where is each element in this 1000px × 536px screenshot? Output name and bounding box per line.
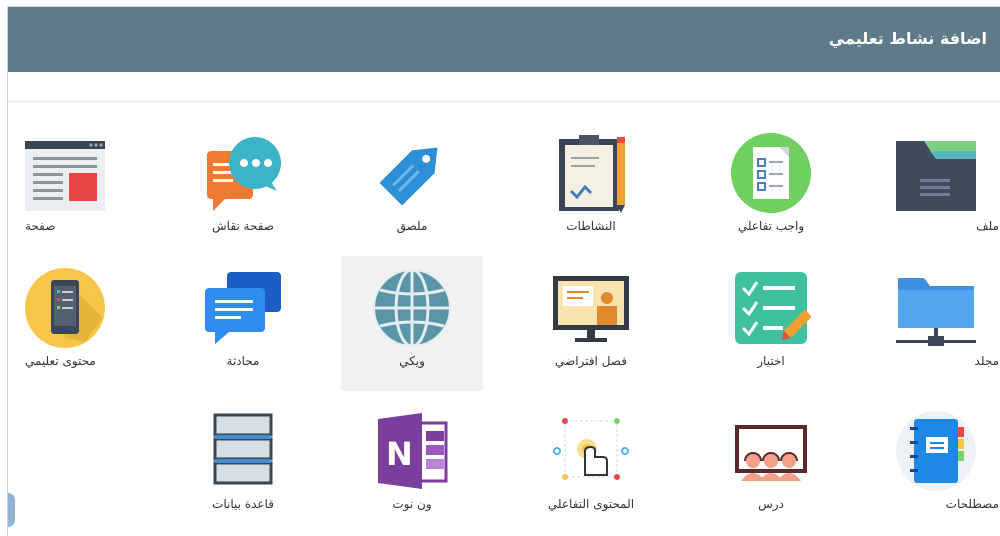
activity-database[interactable]: قاعدة بيانات (172, 407, 314, 536)
svg-text:N: N (386, 435, 413, 473)
activity-label: صفحة نقاش (212, 219, 274, 233)
activity-interactive-assignment[interactable]: واجب تفاعلي (700, 129, 842, 264)
globe-icon (373, 268, 451, 348)
chat-icon (205, 272, 281, 344)
interactive-content-icon (553, 418, 629, 480)
activity-label: درس (758, 497, 784, 511)
clipboard-icon (559, 135, 625, 213)
activity-label: قاعدة بيانات (212, 497, 274, 511)
activity-choice[interactable]: اختيار (700, 264, 842, 399)
activity-label-sticker[interactable]: ملصق (341, 129, 483, 264)
lesson-icon (735, 425, 807, 481)
activity-label: ون نوت (392, 497, 432, 511)
activity-label: اختيار (757, 354, 785, 368)
tag-icon (379, 147, 438, 206)
activity-label: محادثة (226, 354, 260, 368)
activity-glossary[interactable]: مصطلحات (865, 407, 1000, 536)
chat-bubbles-icon (207, 137, 281, 211)
activity-folder[interactable]: مجلد (865, 264, 1000, 399)
activity-grid: ملف واجب تفاعلي النشاطات ملصق صفحة نقاش … (8, 7, 1000, 536)
activity-label: واجب تفاعلي (737, 219, 805, 233)
activity-wiki[interactable]: ويكي (341, 256, 483, 391)
activity-label: مصطلحات (945, 497, 999, 511)
activity-label: المحتوى التفاعلي (547, 497, 635, 511)
activity-activities[interactable]: النشاطات (520, 129, 662, 264)
activity-page[interactable]: صفحة (8, 129, 150, 264)
notebook-icon (896, 411, 976, 491)
activity-label: النشاطات (566, 219, 616, 233)
activity-label: صفحة (25, 219, 56, 233)
checklist-doc-icon (731, 133, 811, 213)
web-page-icon (25, 141, 105, 211)
mobile-content-icon (25, 268, 105, 348)
activity-onenote[interactable]: N ون نوت (341, 407, 483, 536)
onenote-icon: N (378, 413, 448, 489)
activity-label: فصل افتراضي (555, 354, 627, 368)
activity-label: محتوى تعليمي (25, 354, 96, 368)
activity-label: ويكي (399, 354, 425, 368)
scroll-handle[interactable] (8, 493, 15, 527)
add-activity-dialog: اضافة نشاط تعليمي ملف واجب تفاعلي النشاط… (7, 6, 1000, 536)
activity-lesson[interactable]: درس (700, 407, 842, 536)
network-folder-icon (896, 278, 976, 346)
activity-label: ملف (976, 219, 999, 233)
activity-discussion-page[interactable]: صفحة نقاش (172, 129, 314, 264)
activity-label: ملصق (396, 219, 428, 233)
folder-file-icon (896, 141, 976, 211)
virtual-classroom-icon (553, 276, 629, 342)
activity-interactive-content[interactable]: المحتوى التفاعلي (520, 407, 662, 536)
database-icon (213, 413, 273, 485)
activity-label: مجلد (974, 354, 999, 368)
activity-chat[interactable]: محادثة (172, 264, 314, 399)
choice-checklist-icon (735, 272, 811, 344)
activity-virtual-class[interactable]: فصل افتراضي (520, 264, 662, 399)
activity-file[interactable]: ملف (865, 129, 1000, 264)
activity-educational-content[interactable]: محتوى تعليمي (8, 264, 150, 399)
